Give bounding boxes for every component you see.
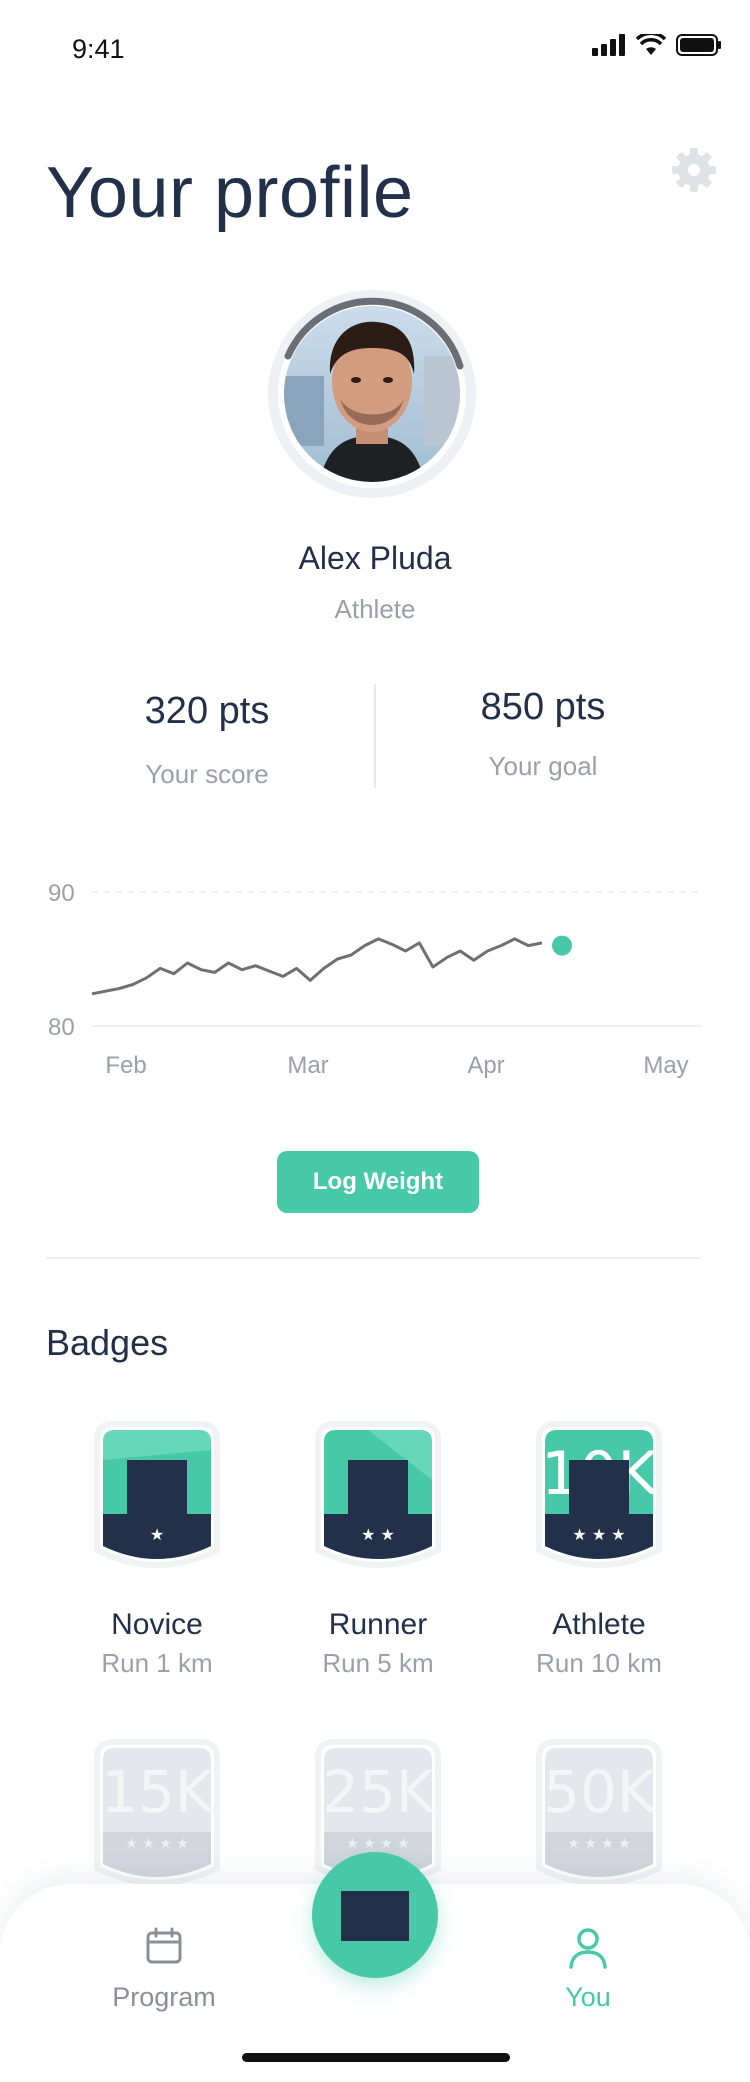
x-tick-label: Mar [287,1052,328,1079]
weight-line [91,937,543,996]
start-workout-button[interactable] [312,1852,438,1978]
x-tick-label: May [643,1052,688,1079]
badge-athlete-sub: Run 10 km [536,1648,662,1678]
status-icons [592,34,722,56]
x-tick-label: Feb [105,1052,146,1079]
badge-15k-text: 15K [101,1758,215,1826]
tab-program-label: Program [112,1982,216,2012]
badge-runner-name: Runner [328,1608,428,1641]
goal-value: 850 pts [480,686,606,728]
badge-novice[interactable]: ★ Novice Run 1 km [47,1420,267,1679]
page-title: Your profile [46,153,414,233]
badge-25k-text: 25K [322,1758,436,1826]
badge-novice-name: Novice [111,1608,203,1641]
svg-text:★ ★ ★ ★: ★ ★ ★ ★ [125,1836,189,1852]
y-tick-label: 80 [48,1014,75,1041]
weight-chart: 90 80 Feb Mar Apr May [48,880,702,1079]
current-marker [552,935,572,956]
stats-row: 320 pts Your score 850 pts Your goal [40,680,710,790]
badge-15k-shield-icon: 15K ★ ★ ★ ★ [94,1739,220,1886]
badge-athlete-name: Athlete [552,1608,646,1641]
badge-novice-shield-icon: ★ [94,1421,220,1568]
wifi-icon [636,34,666,55]
log-weight-button[interactable]: Log Weight [277,1151,479,1213]
svg-text:★ ★ ★ ★: ★ ★ ★ ★ [346,1836,410,1852]
fab-icon [341,1891,409,1941]
tab-program[interactable]: Program [54,1926,274,2013]
profile-role: Athlete [334,594,416,624]
svg-text:★ ★: ★ ★ [361,1525,395,1544]
badge-athlete[interactable]: 10K ★ ★ ★ Athlete Run 10 km [489,1420,709,1679]
badge-runner-sub: Run 5 km [322,1648,434,1678]
tab-you[interactable]: You [478,1926,698,2013]
badge-50k-shield-icon: 50K ★ ★ ★ ★ [536,1739,662,1886]
badge-novice-sub: Run 1 km [101,1648,213,1678]
status-time: 9:41 [72,34,125,64]
avatar[interactable] [264,286,480,502]
battery-icon [676,34,721,56]
home-indicator [242,2053,510,2062]
badge-locked-15k[interactable]: 15K ★ ★ ★ ★ [47,1738,267,1908]
goal-stat: 850 pts Your goal [376,680,710,790]
profile-name: Alex Pluda [298,540,452,576]
badge-locked-50k[interactable]: 50K ★ ★ ★ ★ [489,1738,709,1908]
svg-text:★ ★ ★ ★: ★ ★ ★ ★ [567,1836,631,1852]
badge-runner[interactable]: ★ ★ Runner Run 5 km [268,1420,488,1679]
section-divider [46,1257,701,1259]
badges-title: Badges [46,1322,169,1363]
svg-text:★ ★ ★: ★ ★ ★ [572,1525,625,1544]
svg-text:★: ★ [150,1525,164,1544]
badge-runner-shield-icon: ★ ★ [315,1421,441,1568]
gear-icon[interactable] [670,146,718,194]
score-label: Your score [145,759,269,789]
goal-label: Your goal [488,751,598,781]
calendar-icon [146,1927,182,1964]
badge-athlete-shield-icon: 10K ★ ★ ★ [536,1421,662,1568]
y-tick-label: 90 [48,880,75,907]
score-value: 320 pts [144,690,270,732]
user-icon [569,1928,607,1969]
x-tick-label: Apr [467,1052,504,1079]
badge-50k-text: 50K [543,1758,657,1826]
signal-icon [592,34,625,56]
tab-you-label: You [565,1982,611,2012]
score-stat: 320 pts Your score [40,680,374,790]
